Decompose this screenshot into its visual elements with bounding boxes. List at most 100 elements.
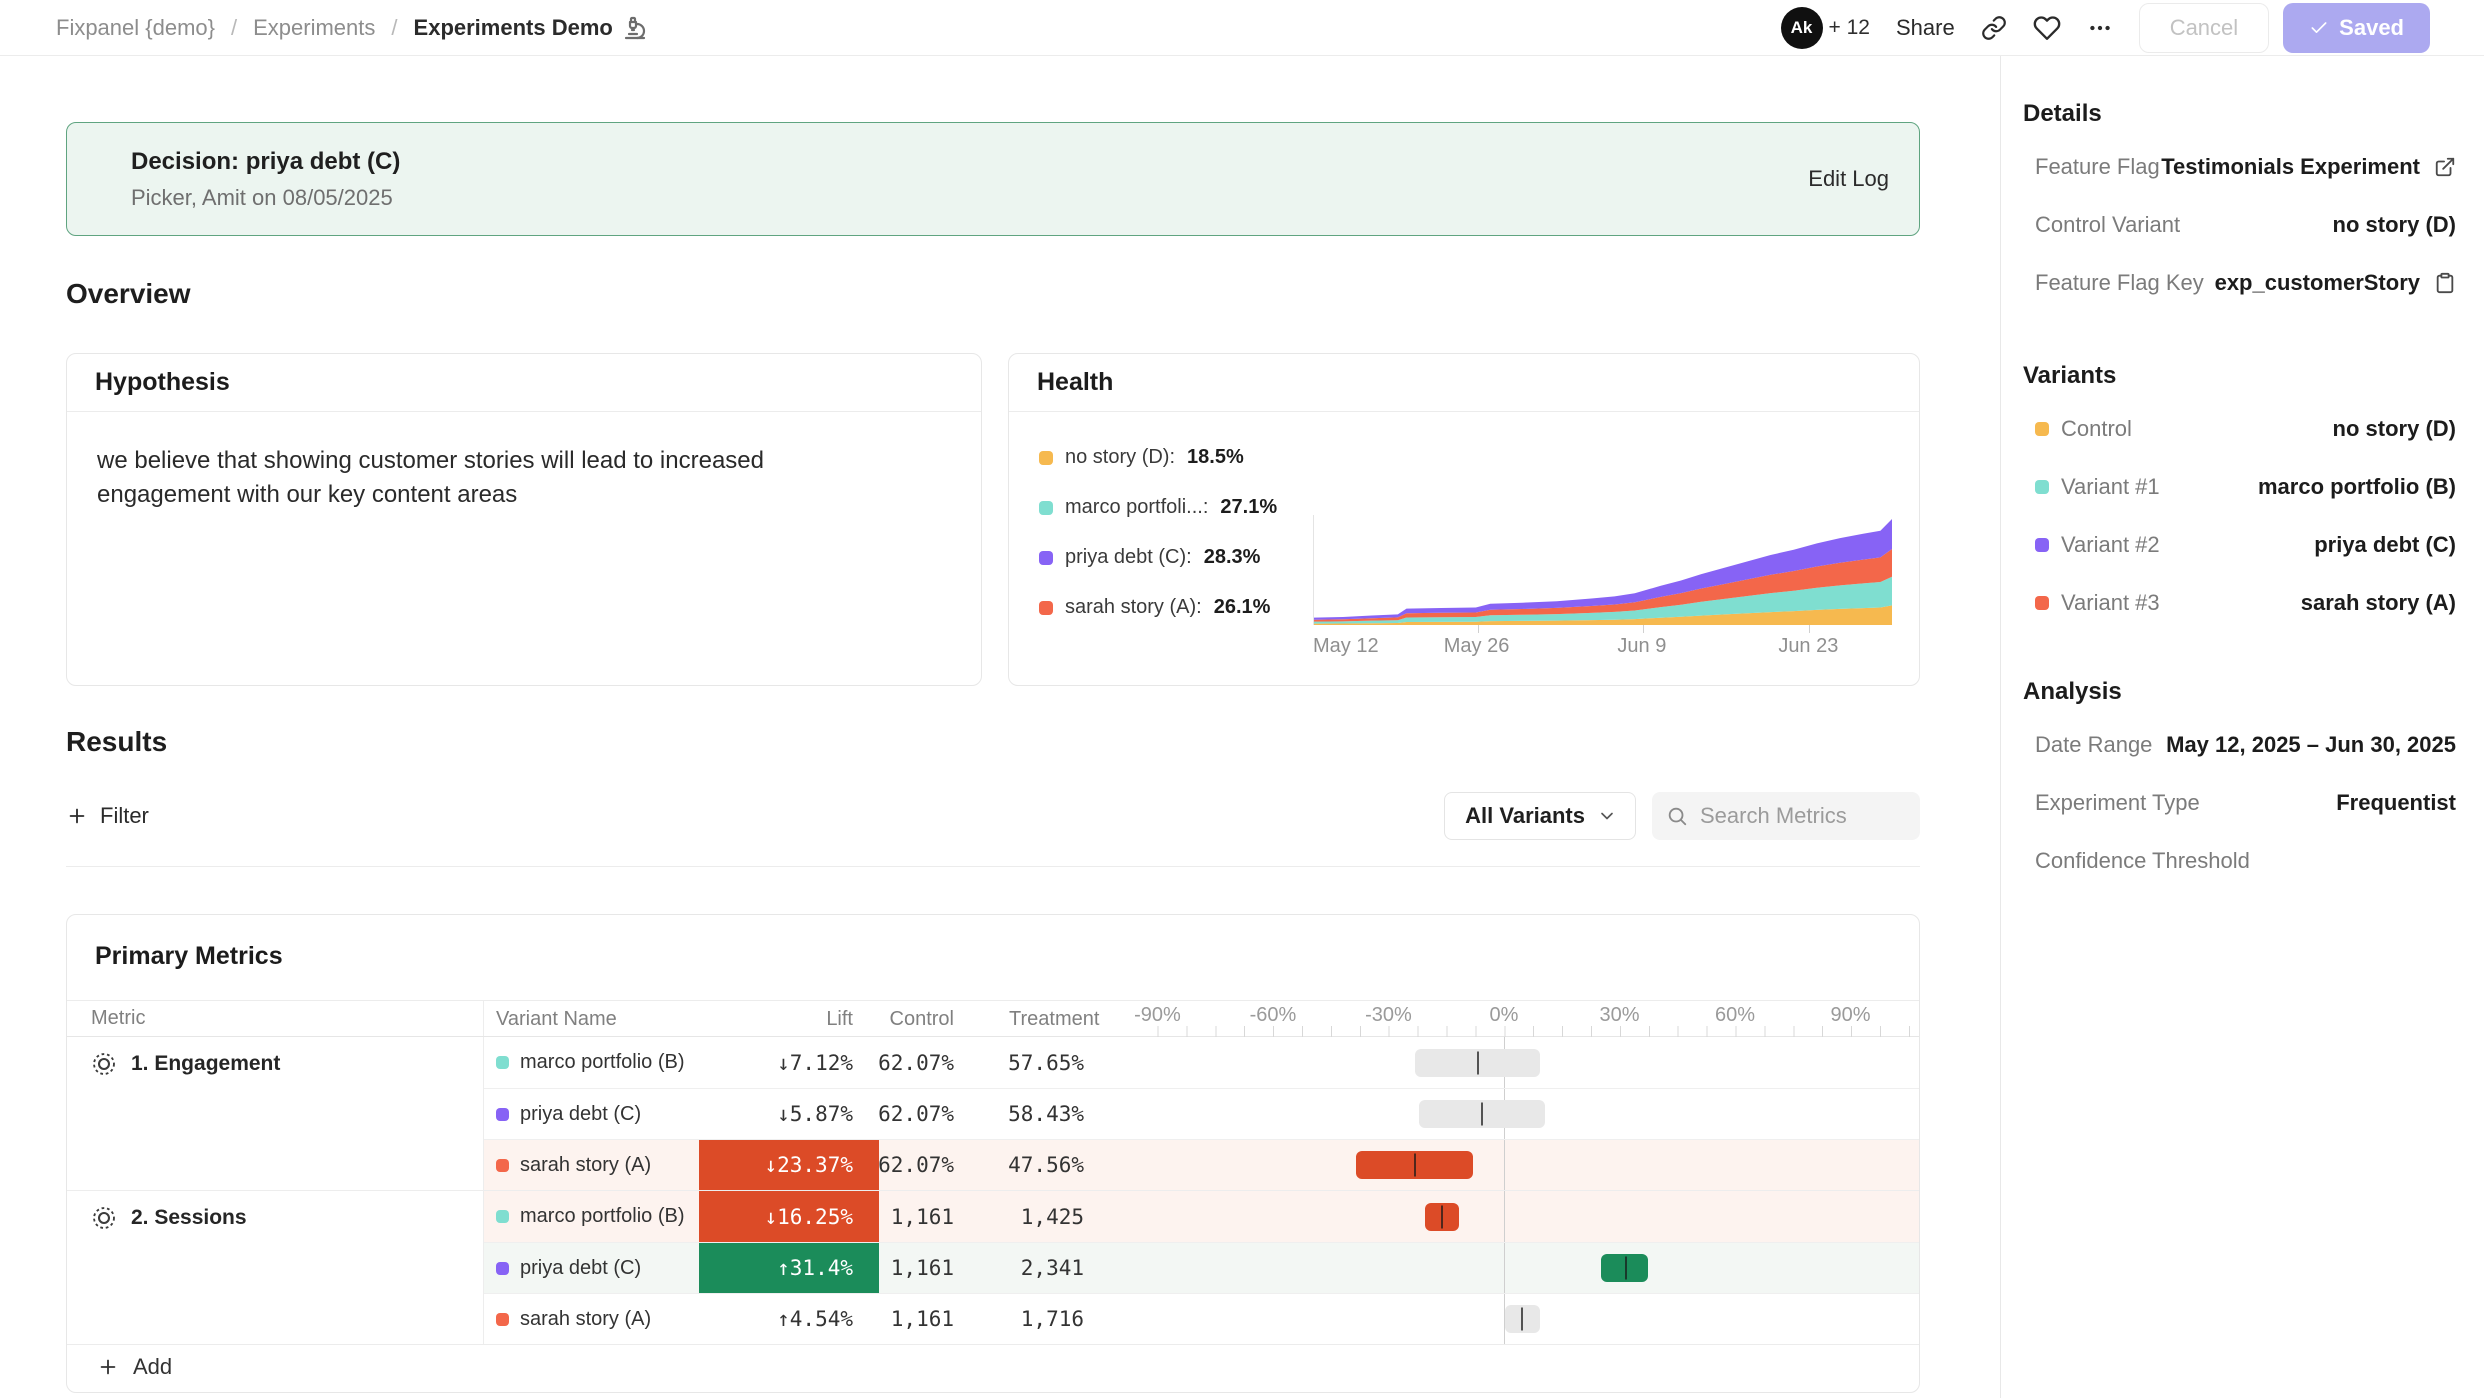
clipboard-icon[interactable] xyxy=(2434,272,2456,294)
lift-cell: ↓23.37% xyxy=(699,1140,879,1190)
health-axis-label: May 12 xyxy=(1313,635,1379,658)
ci-axis-tick-label: -30% xyxy=(1365,1004,1412,1027)
health-axis-label: Jun 9 xyxy=(1617,635,1666,658)
legend-item: priya debt (C): 28.3% xyxy=(1039,546,1313,569)
lift-cell: ↑4.54% xyxy=(699,1294,879,1344)
variants-dropdown[interactable]: All Variants xyxy=(1444,792,1636,840)
edit-log-button[interactable]: Edit Log xyxy=(1808,166,1889,192)
lift-point-marker xyxy=(1521,1308,1523,1331)
avatar-more-count[interactable]: + 12 xyxy=(1829,16,1870,40)
metric-group: 1. Engagementmarco portfolio (B) ↓7.12% 62… xyxy=(67,1037,1919,1190)
legend-item: no story (D): 18.5% xyxy=(1039,446,1313,469)
sidebar-row: Confidence Threshold xyxy=(2023,832,2456,890)
hypothesis-title: Hypothesis xyxy=(95,368,230,396)
zero-line xyxy=(1504,1140,1505,1190)
legend-label: marco portfoli...: xyxy=(1065,496,1208,519)
overview-heading: Overview xyxy=(66,276,1920,312)
link-icon[interactable] xyxy=(1981,15,2007,41)
metric-cell[interactable]: 1. Engagement xyxy=(67,1037,484,1190)
sidebar-row-value: Testimonials Experiment xyxy=(2161,154,2456,180)
decision-check-icon xyxy=(93,152,115,174)
health-axis-tick xyxy=(1478,625,1479,633)
legend-value: 28.3% xyxy=(1204,546,1261,569)
sidebar-row-value: sarah story (A) xyxy=(2301,590,2456,616)
check-icon xyxy=(2309,18,2329,38)
variant-swatch-icon xyxy=(496,1108,509,1121)
ci-axis-tick-label: 0% xyxy=(1490,1004,1519,1027)
search-metrics-box xyxy=(1652,792,1920,840)
metric-variant-row[interactable]: sarah story (A)↓23.37%62.07%47.56% xyxy=(484,1139,1919,1190)
confidence-interval-cell xyxy=(1139,1140,1919,1190)
variants-heading: Variants xyxy=(2023,360,2456,392)
variant-name-cell: sarah story (A) xyxy=(484,1294,699,1344)
confidence-interval-cell xyxy=(1139,1191,1919,1242)
search-metrics-input[interactable] xyxy=(1700,803,1906,829)
lift-cell: ↓5.87% xyxy=(699,1089,879,1139)
lift-value: ↑4.54% xyxy=(777,1307,853,1331)
metric-variant-row[interactable]: priya debt (C)↑31.4%1,1612,341 xyxy=(484,1242,1919,1293)
column-header-metric: Metric xyxy=(67,1001,484,1036)
results-heading: Results xyxy=(66,724,1920,760)
confidence-interval-cell xyxy=(1139,1089,1919,1139)
top-actions: Ak + 12 Share Cancel Saved xyxy=(1781,3,2431,53)
breadcrumb-item[interactable]: Experiments xyxy=(253,15,375,41)
microscope-icon xyxy=(623,16,647,40)
health-title: Health xyxy=(1037,368,1113,396)
metrics-table-body: 1. Engagementmarco portfolio (B) ↓7.12% 62… xyxy=(67,1037,1919,1344)
external-link-icon[interactable] xyxy=(2434,156,2456,178)
breadcrumb-item-label: Experiments Demo xyxy=(414,15,613,41)
ci-axis-tick-label: 60% xyxy=(1715,1004,1755,1027)
avatar-group[interactable]: Ak + 12 xyxy=(1781,7,1870,49)
lift-value: ↓7.12% xyxy=(777,1051,853,1075)
share-button[interactable]: Share xyxy=(1896,15,1955,41)
metric-target-icon xyxy=(91,1051,117,1077)
zero-line xyxy=(1504,1243,1505,1293)
heart-icon[interactable] xyxy=(2033,14,2061,42)
more-icon[interactable] xyxy=(2087,15,2113,41)
metric-variant-row[interactable]: marco portfolio (B)↓16.25%1,1611,425 xyxy=(484,1191,1919,1242)
primary-metrics-card: Primary Metrics Metric Variant Name Lift… xyxy=(66,914,1920,1393)
confidence-interval-cell xyxy=(1139,1294,1919,1344)
breadcrumb-separator: / xyxy=(231,15,237,41)
legend-swatch-icon xyxy=(1039,501,1053,515)
column-header-treatment: Treatment xyxy=(1009,1008,1139,1031)
sidebar-row-label: Variant #2 xyxy=(2035,532,2160,558)
control-value: 62.07% xyxy=(879,1037,1009,1088)
main-content: Decision: priya debt (C) Picker, Amit on… xyxy=(0,56,2000,1398)
metrics-table-header: Metric Variant Name Lift Control Treatme… xyxy=(67,1001,1919,1037)
add-metric-button[interactable]: Add xyxy=(67,1344,1919,1388)
variant-name-cell: marco portfolio (B) xyxy=(484,1191,699,1242)
sidebar-row-value: May 12, 2025 – Jun 30, 2025 xyxy=(2166,732,2456,758)
add-metric-label: Add xyxy=(133,1354,172,1380)
column-header-variant: Variant Name xyxy=(484,1008,699,1031)
variant-swatch-icon xyxy=(496,1262,509,1275)
sidebar-row-label: Confidence Threshold xyxy=(2035,848,2250,874)
avatar[interactable]: Ak xyxy=(1781,7,1823,49)
decision-subtitle: Picker, Amit on 08/05/2025 xyxy=(131,185,400,211)
metric-variant-row[interactable]: sarah story (A)↑4.54%1,1611,716 xyxy=(484,1293,1919,1344)
health-chart xyxy=(1313,515,1891,625)
sidebar-row: Controlno story (D) xyxy=(2023,400,2456,458)
cancel-button[interactable]: Cancel xyxy=(2139,3,2269,53)
saved-button[interactable]: Saved xyxy=(2283,3,2430,53)
health-axis-label: May 26 xyxy=(1444,635,1510,658)
decision-title: Decision: priya debt (C) xyxy=(131,148,400,176)
lift-cell: ↓16.25% xyxy=(699,1191,879,1242)
lift-cell: ↓7.12% xyxy=(699,1037,879,1088)
variant-name-cell: marco portfolio (B) xyxy=(484,1037,699,1088)
filter-button[interactable]: Filter xyxy=(66,803,149,829)
decision-banner: Decision: priya debt (C) Picker, Amit on… xyxy=(66,122,1920,236)
top-bar: Fixpanel {demo}/Experiments/Experiments … xyxy=(0,0,2484,56)
variant-name-cell: priya debt (C) xyxy=(484,1243,699,1293)
sidebar-row: Variant #3sarah story (A) xyxy=(2023,574,2456,632)
metric-variant-row[interactable]: marco portfolio (B)↓7.12%62.07%57.65% xyxy=(484,1037,1919,1088)
sidebar-row: Control Variantno story (D) xyxy=(2023,196,2456,254)
metric-variant-row[interactable]: priya debt (C)↓5.87%62.07%58.43% xyxy=(484,1088,1919,1139)
variant-swatch-icon xyxy=(496,1159,509,1172)
variant-name: priya debt (C) xyxy=(520,1103,641,1126)
legend-label: sarah story (A): xyxy=(1065,596,1202,619)
lift-point-marker xyxy=(1481,1103,1483,1126)
metric-cell[interactable]: 2. Sessions xyxy=(67,1191,484,1344)
variant-swatch-icon xyxy=(2035,422,2049,436)
breadcrumb-item[interactable]: Fixpanel {demo} xyxy=(56,15,215,41)
